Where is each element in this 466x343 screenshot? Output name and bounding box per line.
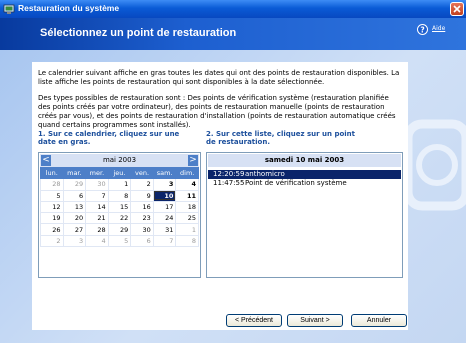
step1-label: 1. Sur ce calendrier, cliquez sur une da… [38, 130, 180, 146]
calendar-header: mai 2003 < > [40, 154, 199, 167]
chevron-left-icon: < [42, 155, 50, 165]
weekday-label: jeu. [107, 166, 132, 180]
next-button[interactable]: Suivant > [287, 314, 343, 327]
calendar-day[interactable]: 15 [107, 200, 132, 214]
wizard-body: Le calendrier suivant affiche en gras to… [0, 50, 466, 343]
week-row: 26 27 28 29 30 31 1 [40, 223, 199, 236]
content-panel: Le calendrier suivant affiche en gras to… [32, 62, 408, 330]
calendar-day[interactable]: 3 [152, 178, 177, 191]
calendar-day[interactable]: 28 [85, 223, 109, 236]
list-date-label: samedi 10 mai 2003 [264, 156, 345, 164]
week-row: 19 20 21 22 23 24 25 [40, 212, 199, 225]
calendar-day[interactable]: 20 [62, 212, 87, 225]
wizard-header: Sélectionnez un point de restauration ? … [0, 18, 466, 50]
week-row: 5 6 7 8 9 10 11 [40, 189, 199, 202]
calendar-day[interactable]: 6 [62, 189, 87, 202]
calendar-day[interactable]: 4 [85, 234, 109, 248]
calendar-grid: lun. mar. mer. jeu. ven. sam. dim. 28 29… [40, 166, 199, 248]
restore-types-paragraph: Des types possibles de restauration sont… [38, 94, 396, 129]
calendar-day[interactable]: 2 [40, 234, 64, 248]
intro-paragraph: Le calendrier suivant affiche en gras to… [38, 69, 400, 86]
calendar: mai 2003 < > lun. mar. mer. jeu. ven. sa… [38, 152, 201, 278]
calendar-day[interactable]: 8 [107, 189, 132, 202]
system-restore-icon [3, 4, 15, 14]
svg-text:?: ? [420, 25, 424, 34]
close-icon [453, 5, 461, 13]
weekday-label: mar. [62, 166, 87, 180]
calendar-day[interactable]: 2 [130, 178, 154, 191]
weekday-label: sam. [152, 166, 177, 180]
title-bar[interactable]: Restauration du système [0, 0, 466, 18]
next-month-button[interactable]: > [188, 155, 198, 166]
help-icon[interactable]: ? [417, 24, 428, 35]
calendar-day[interactable]: 27 [62, 223, 87, 236]
page-title: Sélectionnez un point de restauration [40, 27, 237, 39]
calendar-day[interactable]: 28 [40, 178, 64, 191]
calendar-day[interactable]: 25 [175, 212, 199, 225]
calendar-day-selected[interactable]: 10 [152, 189, 177, 202]
list-header: samedi 10 mai 2003 [208, 154, 401, 167]
calendar-day[interactable]: 9 [130, 189, 154, 202]
calendar-day[interactable]: 24 [152, 212, 177, 225]
weekday-label: ven. [130, 166, 154, 180]
calendar-day[interactable]: 22 [107, 212, 132, 225]
restore-watermark [403, 119, 466, 211]
window-title: Restauration du système [18, 3, 120, 13]
back-button[interactable]: < Précédent [226, 314, 282, 327]
calendar-day[interactable]: 6 [130, 234, 154, 248]
week-row: 12 13 14 15 16 17 18 [40, 200, 199, 214]
calendar-day[interactable]: 13 [62, 200, 87, 214]
calendar-day[interactable]: 17 [152, 200, 177, 214]
weekday-row: lun. mar. mer. jeu. ven. sam. dim. [40, 166, 199, 180]
restore-point-description: Point de vérification système [245, 179, 347, 187]
chevron-right-icon: > [189, 155, 197, 165]
calendar-day[interactable]: 29 [107, 223, 132, 236]
week-row: 28 29 30 1 2 3 4 [40, 178, 199, 191]
calendar-day[interactable]: 5 [40, 189, 64, 202]
restore-point-time: 11:47:55 [213, 179, 245, 187]
calendar-day[interactable]: 7 [85, 189, 109, 202]
help-link[interactable]: Aide [432, 25, 445, 32]
calendar-day[interactable]: 7 [152, 234, 177, 248]
calendar-day[interactable]: 8 [175, 234, 199, 248]
calendar-day[interactable]: 1 [107, 178, 132, 191]
week-row: 2 3 4 5 6 7 8 [40, 234, 199, 248]
restore-point-time: 12:20:59 [213, 170, 245, 178]
calendar-day[interactable]: 30 [85, 178, 109, 191]
step2-label: 2. Sur cette liste, cliquez sur un point… [206, 130, 356, 146]
close-button[interactable] [450, 2, 464, 16]
calendar-day[interactable]: 29 [62, 178, 87, 191]
calendar-day[interactable]: 16 [130, 200, 154, 214]
calendar-day[interactable]: 5 [107, 234, 132, 248]
calendar-day[interactable]: 14 [85, 200, 109, 214]
calendar-day[interactable]: 1 [175, 223, 199, 236]
restore-point-description: anthomicro [245, 170, 285, 178]
restore-point-list: samedi 10 mai 2003 12:20:59anthomicro 11… [206, 152, 403, 278]
month-label: mai 2003 [102, 156, 137, 164]
calendar-day[interactable]: 19 [40, 212, 64, 225]
restore-point-item[interactable]: 11:47:55Point de vérification système [208, 179, 401, 188]
calendar-day[interactable]: 26 [40, 223, 64, 236]
calendar-day[interactable]: 11 [175, 189, 199, 202]
calendar-day[interactable]: 4 [175, 178, 199, 191]
weekday-label: lun. [40, 166, 64, 180]
previous-month-button[interactable]: < [41, 155, 51, 166]
calendar-day[interactable]: 21 [85, 212, 109, 225]
weekday-label: dim. [175, 166, 199, 180]
calendar-day[interactable]: 12 [40, 200, 64, 214]
cancel-button[interactable]: Annuler [351, 314, 407, 327]
weekday-label: mer. [85, 166, 109, 180]
calendar-day[interactable]: 3 [62, 234, 87, 248]
calendar-day[interactable]: 30 [130, 223, 154, 236]
calendar-day[interactable]: 18 [175, 200, 199, 214]
calendar-day[interactable]: 31 [152, 223, 177, 236]
calendar-day[interactable]: 23 [130, 212, 154, 225]
restore-point-item[interactable]: 12:20:59anthomicro [208, 170, 401, 179]
